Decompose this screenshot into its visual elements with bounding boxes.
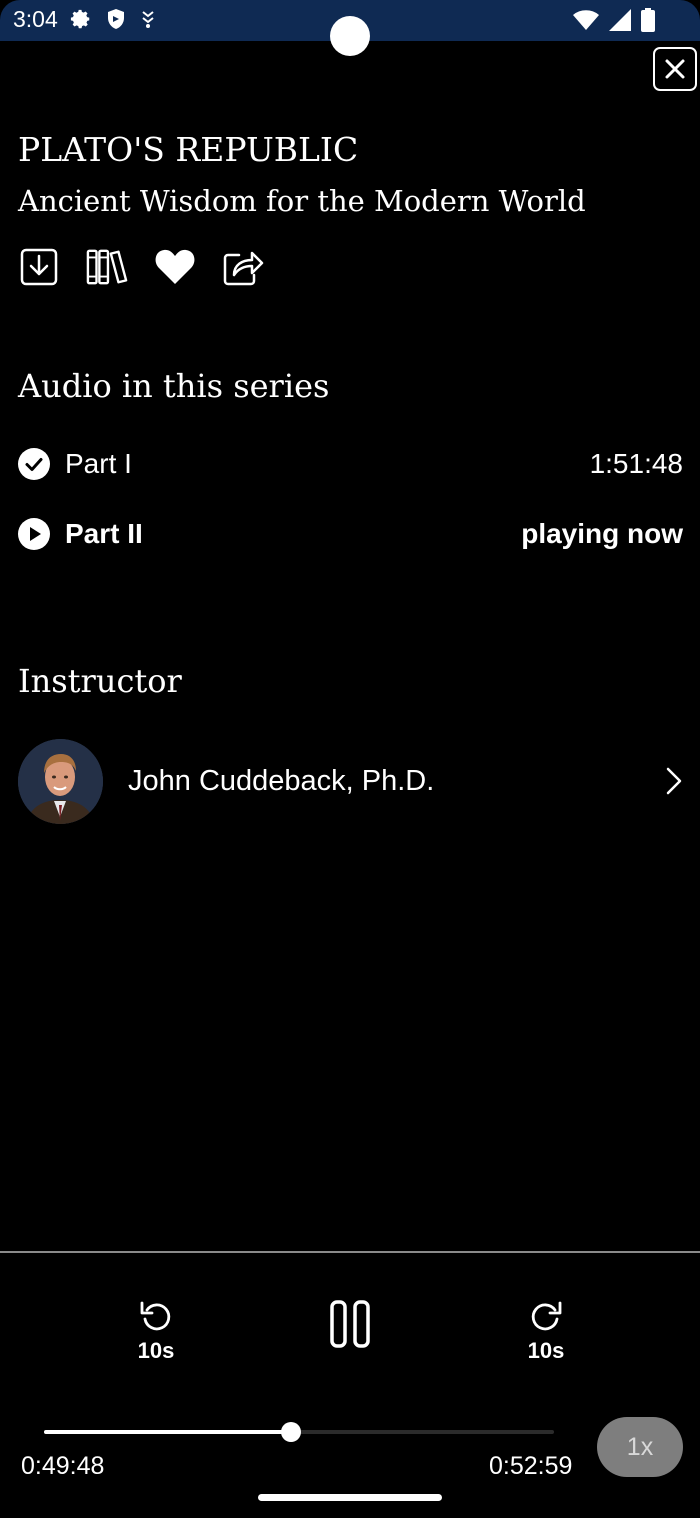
shield-icon [108,9,124,29]
series-heading: Audio in this series [18,367,330,405]
rewind-icon [140,1301,171,1331]
favorite-button[interactable] [154,245,196,289]
player-divider [0,1251,700,1253]
pause-button[interactable] [326,1300,374,1348]
remaining-time: 0:52:59 [489,1452,573,1480]
instructor-name: John Cuddeback, Ph.D. [128,764,435,797]
battery-icon [641,8,655,32]
forward-button[interactable]: 10s [518,1300,574,1364]
series-item-status: playing now [521,518,683,549]
progress-bar[interactable] [44,1422,554,1442]
status-icons-right [573,8,655,32]
progress-fill [44,1430,292,1434]
download-arrow-icon [142,11,154,28]
series-item-label: Part II [65,518,143,549]
library-button[interactable] [86,245,128,289]
forward-icon [531,1301,562,1331]
forward-label: 10s [527,1338,565,1363]
course-actions [18,245,264,289]
camera-cutout [330,16,370,56]
rewind-button[interactable]: 10s [128,1300,184,1364]
course-title: PLATO'S REPUBLIC [18,130,359,169]
home-indicator[interactable] [258,1494,442,1501]
instructor-heading: Instructor [18,662,182,700]
playback-speed-button[interactable]: 1x [597,1417,683,1477]
wifi-icon [573,10,599,30]
avatar [18,738,103,824]
download-icon [20,248,58,286]
close-icon [665,59,685,79]
close-button[interactable] [653,47,697,91]
series-item-label: Part I [65,448,132,479]
check-circle-icon [18,448,50,480]
series-item-part-1[interactable]: Part I 1:51:48 [18,444,683,484]
series-item-duration: 1:51:48 [589,448,683,479]
heart-icon [155,249,195,284]
instructor-row[interactable]: John Cuddeback, Ph.D. [18,738,683,824]
course-subtitle: Ancient Wisdom for the Modern World [18,184,586,218]
chevron-right-icon [666,767,682,795]
share-icon [223,251,264,286]
rewind-label: 10s [137,1338,175,1363]
progress-thumb[interactable] [281,1422,302,1442]
status-time: 3:04 [13,6,58,32]
library-icon [86,249,128,285]
avatar-portrait [18,738,103,824]
elapsed-time: 0:49:48 [21,1452,105,1480]
download-button[interactable] [18,245,60,289]
pause-icon [330,1300,370,1348]
play-circle-icon [18,518,50,550]
signal-icon [609,9,631,31]
status-icons-left [70,8,156,30]
share-button[interactable] [222,245,264,289]
gear-icon [70,9,90,29]
series-item-part-2[interactable]: Part II playing now [18,514,683,554]
